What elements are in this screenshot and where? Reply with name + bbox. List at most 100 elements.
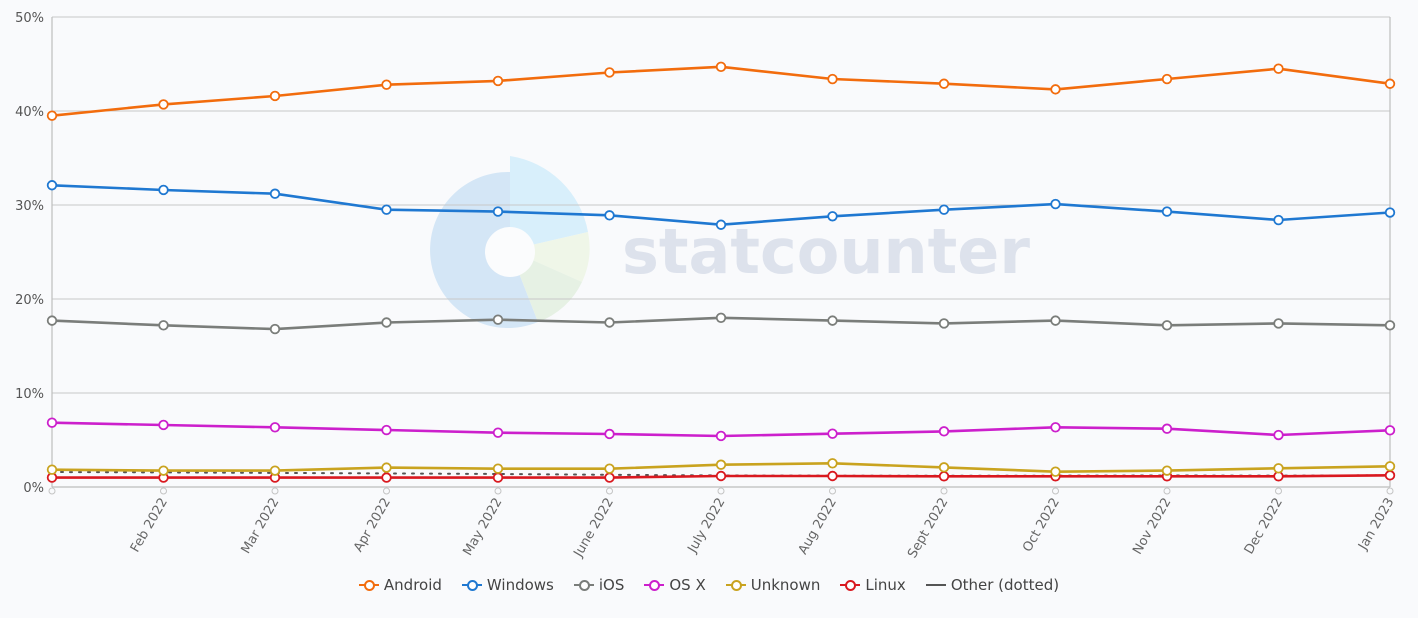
x-tick-label: Nov 2022 bbox=[1130, 496, 1174, 558]
data-point bbox=[604, 210, 615, 221]
legend-item[interactable]: iOS bbox=[573, 576, 625, 594]
statcounter-watermark: statcounter bbox=[430, 156, 1030, 328]
series-ios bbox=[46, 312, 1396, 335]
data-point bbox=[938, 204, 950, 215]
legend-item[interactable]: Unknown bbox=[725, 576, 820, 594]
legend-item[interactable]: Windows bbox=[461, 576, 554, 594]
x-axis-ticks: Feb 2022 Mar 2022 Apr 2022 May 2022 June 202… bbox=[48, 487, 1397, 561]
data-point bbox=[1050, 422, 1061, 433]
x-tick-label: Mar 2022 bbox=[239, 496, 283, 557]
data-point bbox=[492, 427, 504, 438]
x-tick-mark bbox=[160, 487, 167, 495]
legend-label: iOS bbox=[598, 576, 625, 594]
x-tick-mark bbox=[48, 487, 56, 495]
legend-label: Android bbox=[383, 576, 442, 594]
legend-marker-icon bbox=[840, 579, 861, 591]
x-tick-label: July 2022 bbox=[685, 496, 729, 557]
data-point bbox=[492, 472, 504, 483]
data-point bbox=[381, 462, 392, 473]
legend-item[interactable]: Linux bbox=[840, 576, 906, 594]
data-point bbox=[938, 318, 950, 329]
line-chart: statcounter 0% 10% 20% 30% 40% 50% Feb 2022 Ma… bbox=[15, 11, 1397, 561]
x-tick-mark bbox=[717, 487, 725, 495]
legend-item[interactable]: OS X bbox=[644, 576, 706, 594]
legend-label: OS X bbox=[669, 576, 706, 594]
data-point bbox=[381, 79, 392, 90]
data-point bbox=[827, 73, 838, 85]
x-tick-mark bbox=[940, 487, 948, 495]
data-point bbox=[1050, 84, 1061, 95]
y-tick-label: 20% bbox=[15, 293, 44, 308]
legend: Android Windows iOS OS X Unknown Linux Other (… bbox=[0, 576, 1418, 594]
data-point bbox=[1384, 461, 1396, 472]
legend-marker-icon bbox=[725, 579, 746, 591]
data-point bbox=[938, 426, 950, 437]
x-tick-label: Sept 2022 bbox=[905, 496, 951, 561]
y-tick-label: 30% bbox=[15, 199, 44, 214]
data-point bbox=[827, 315, 838, 326]
data-point bbox=[1384, 207, 1396, 218]
data-point bbox=[46, 180, 58, 191]
data-point bbox=[938, 462, 950, 473]
legend-marker-icon bbox=[644, 579, 665, 591]
data-point bbox=[1161, 423, 1173, 434]
data-point bbox=[1161, 206, 1173, 217]
x-tick-label: Feb 2022 bbox=[128, 496, 171, 556]
data-point bbox=[715, 470, 727, 482]
data-point bbox=[1384, 425, 1396, 436]
data-point bbox=[1050, 315, 1061, 326]
data-point bbox=[604, 428, 615, 440]
data-point bbox=[46, 110, 58, 121]
data-point bbox=[381, 424, 392, 436]
x-tick-label: Aug 2022 bbox=[796, 496, 840, 558]
x-tick-mark bbox=[1163, 487, 1171, 495]
data-point bbox=[269, 90, 281, 102]
data-point bbox=[381, 204, 392, 215]
data-point bbox=[158, 184, 169, 196]
data-point bbox=[492, 206, 504, 217]
legend-marker-icon bbox=[461, 579, 482, 591]
data-point bbox=[269, 188, 281, 199]
data-point bbox=[1161, 465, 1173, 476]
data-point bbox=[46, 315, 58, 326]
data-point bbox=[1273, 214, 1284, 226]
legend-label: Windows bbox=[486, 576, 554, 594]
x-tick-label: Dec 2022 bbox=[1242, 496, 1286, 558]
data-point bbox=[1273, 63, 1284, 74]
x-tick-mark bbox=[271, 487, 279, 495]
data-point bbox=[938, 471, 950, 482]
data-point bbox=[1384, 320, 1396, 331]
data-point bbox=[827, 211, 838, 222]
x-tick-label: Jan 2023 bbox=[1355, 496, 1397, 554]
y-tick-label: 10% bbox=[15, 387, 44, 402]
x-tick-label: Apr 2022 bbox=[351, 496, 394, 555]
legend-marker-icon bbox=[573, 579, 594, 591]
data-point bbox=[604, 463, 615, 474]
data-point bbox=[1273, 429, 1284, 441]
data-point bbox=[827, 428, 838, 439]
x-tick-mark bbox=[829, 487, 836, 495]
x-tick-mark bbox=[1052, 487, 1059, 495]
data-point bbox=[1161, 320, 1173, 331]
data-point bbox=[715, 459, 727, 470]
x-tick-mark bbox=[383, 487, 390, 495]
x-tick-label: June 2022 bbox=[571, 496, 617, 561]
x-tick-label: May 2022 bbox=[460, 496, 505, 559]
data-point bbox=[827, 470, 838, 482]
x-tick-mark bbox=[1386, 487, 1394, 495]
legend-line-icon bbox=[925, 579, 946, 591]
data-point bbox=[158, 320, 169, 331]
legend-label: Linux bbox=[865, 576, 906, 594]
legend-item[interactable]: Other (dotted) bbox=[925, 576, 1059, 594]
data-point bbox=[827, 458, 838, 469]
y-tick-label: 50% bbox=[15, 11, 44, 26]
data-point bbox=[715, 219, 727, 230]
data-point bbox=[604, 317, 615, 328]
series-os-x bbox=[46, 417, 1396, 442]
legend-item[interactable]: Android bbox=[358, 576, 442, 594]
data-point bbox=[158, 99, 169, 110]
data-point bbox=[492, 314, 504, 325]
data-point bbox=[381, 317, 392, 328]
x-tick-mark bbox=[494, 487, 502, 495]
x-tick-mark bbox=[606, 487, 613, 495]
